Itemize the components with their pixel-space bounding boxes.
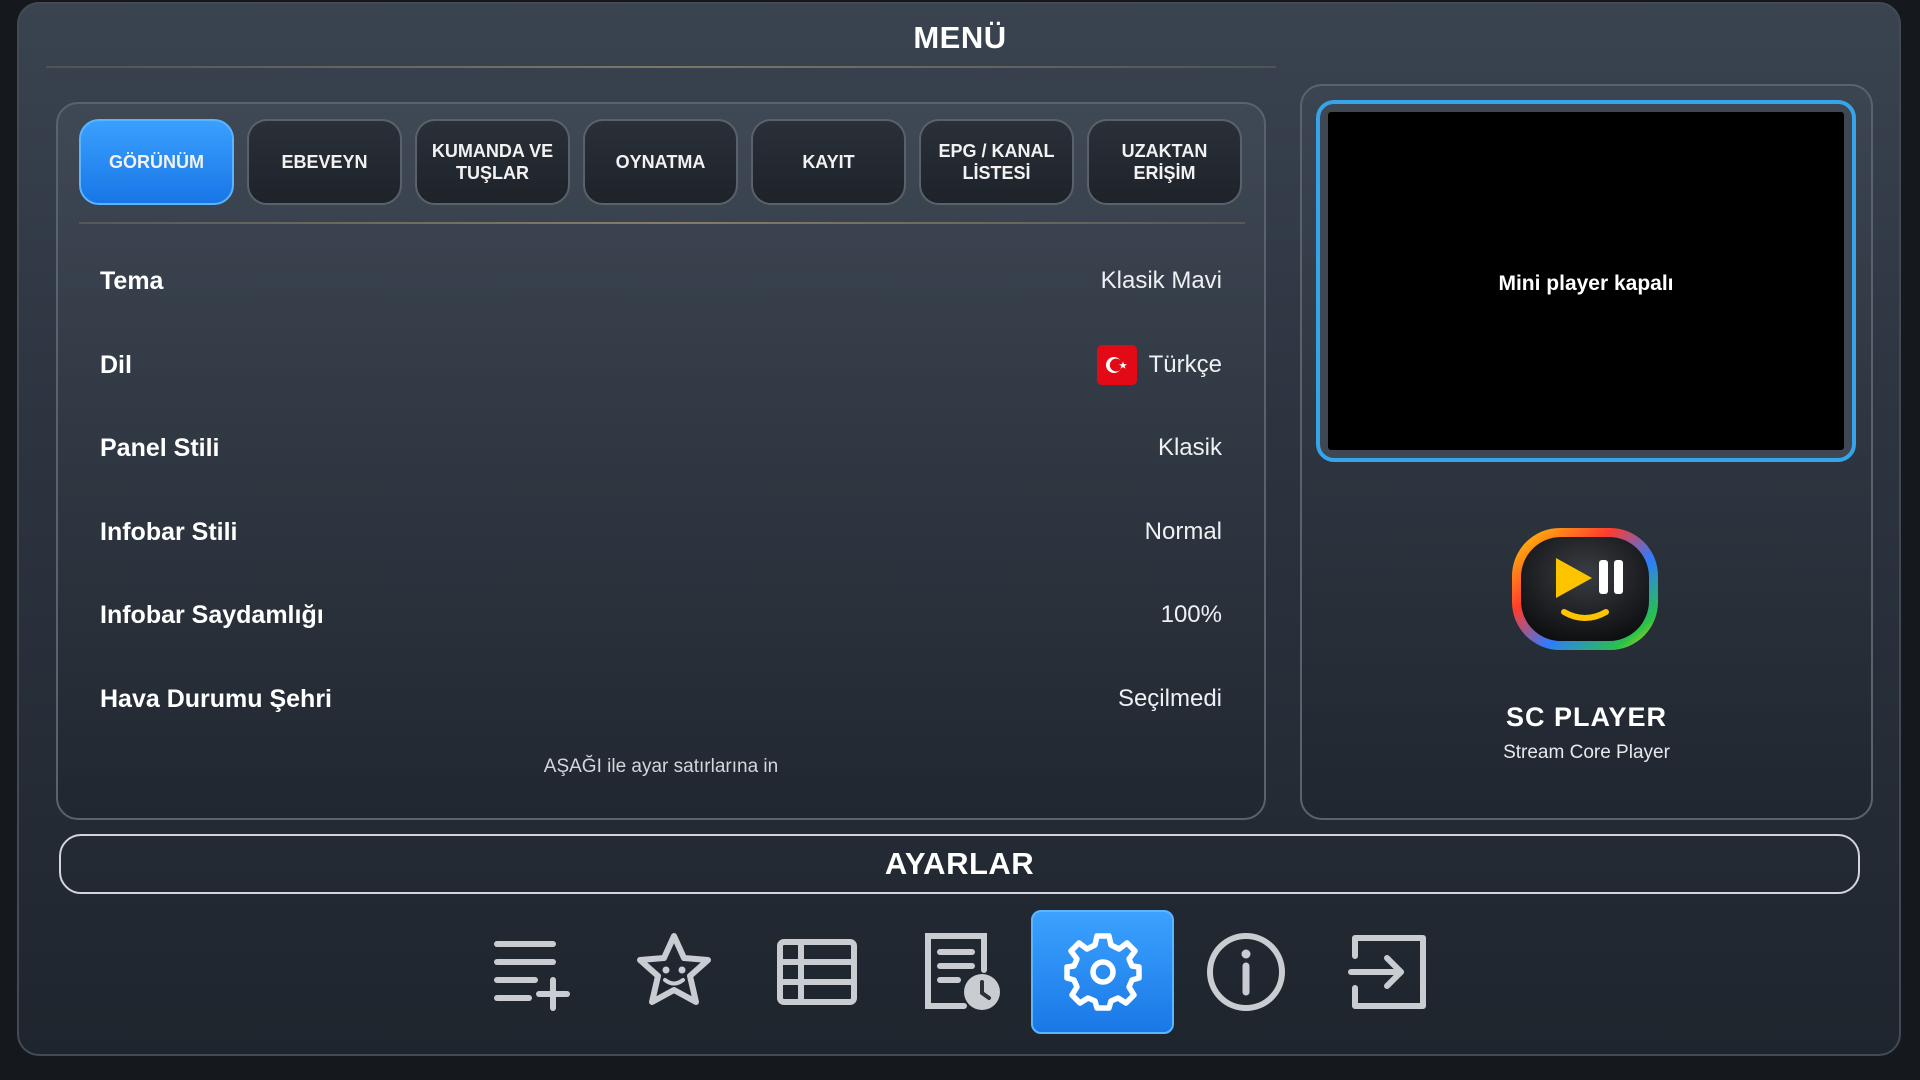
exit-icon (1347, 935, 1426, 1009)
setting-value: Türkçe (1096, 345, 1222, 385)
nav-settings[interactable] (1031, 910, 1174, 1034)
playlist-add-icon (493, 941, 570, 1011)
mini-player[interactable]: Mini player kapalı (1316, 100, 1856, 462)
setting-row-panel-stili[interactable]: Panel Stili Klasik (100, 428, 1222, 468)
tab-epg-kanal[interactable]: EPG / KANAL LİSTESİ (919, 119, 1074, 205)
tab-uzaktan-erisim[interactable]: UZAKTAN ERİŞİM (1087, 119, 1242, 205)
epg-schedule-icon (924, 933, 1000, 1010)
setting-row-infobar-stili[interactable]: Infobar Stili Normal (100, 512, 1222, 552)
setting-label: Dil (100, 351, 132, 379)
star-face-icon (636, 933, 711, 1005)
app-subtitle: Stream Core Player (1503, 742, 1670, 763)
tab-ebeveyn[interactable]: EBEVEYN (247, 119, 402, 205)
gear-icon (1063, 933, 1142, 1011)
navigation-hint: AŞAĞI ile ayar satırlarına in (543, 756, 779, 777)
nav-playlist-add[interactable] (459, 910, 602, 1034)
tab-kayit[interactable]: KAYIT (751, 119, 906, 205)
setting-label: Infobar Stili (100, 518, 238, 546)
setting-label: Panel Stili (100, 434, 220, 462)
setting-value: Klasik Mavi (1100, 267, 1222, 294)
setting-value: Normal (1144, 518, 1222, 545)
play-pause-logo-icon (1508, 524, 1662, 654)
setting-label: Hava Durumu Şehri (100, 685, 333, 713)
nav-exit[interactable] (1317, 910, 1460, 1034)
nav-epg[interactable] (888, 910, 1031, 1034)
title-divider (46, 66, 1276, 68)
setting-value: Klasik (1157, 434, 1222, 461)
setting-value: 100% (1160, 601, 1222, 628)
list-table-icon (776, 939, 857, 1005)
settings-tabs: GÖRÜNÜM EBEVEYN KUMANDA VE TUŞLAR OYNATM… (79, 119, 1245, 205)
nav-channel-list[interactable] (745, 910, 888, 1034)
setting-row-infobar-saydamligi[interactable]: Infobar Saydamlığı 100% (100, 595, 1222, 635)
setting-row-tema[interactable]: Tema Klasik Mavi (100, 261, 1222, 301)
setting-value: Seçilmedi (1117, 685, 1222, 712)
nav-info[interactable] (1174, 910, 1317, 1034)
mini-player-screen: Mini player kapalı (1328, 112, 1844, 450)
page-title: MENÜ (913, 20, 1007, 55)
tabs-divider (79, 222, 1245, 224)
info-icon (1206, 933, 1285, 1011)
turkey-flag-icon (1096, 345, 1137, 385)
setting-label: Tema (100, 267, 164, 295)
mini-player-status: Mini player kapalı (1498, 272, 1674, 295)
app-name: SC PLAYER (1505, 702, 1668, 732)
setting-row-hava-durumu[interactable]: Hava Durumu Şehri Seçilmedi (100, 679, 1222, 719)
nav-favorites[interactable] (602, 910, 745, 1034)
tab-gorunum[interactable]: GÖRÜNÜM (79, 119, 234, 205)
tab-oynatma[interactable]: OYNATMA (583, 119, 738, 205)
setting-label: Infobar Saydamlığı (100, 601, 324, 629)
setting-row-dil[interactable]: Dil Türkçe (100, 345, 1222, 385)
tab-kumanda-tuslar[interactable]: KUMANDA VE TUŞLAR (415, 119, 570, 205)
section-title-bar: AYARLAR (59, 834, 1860, 894)
